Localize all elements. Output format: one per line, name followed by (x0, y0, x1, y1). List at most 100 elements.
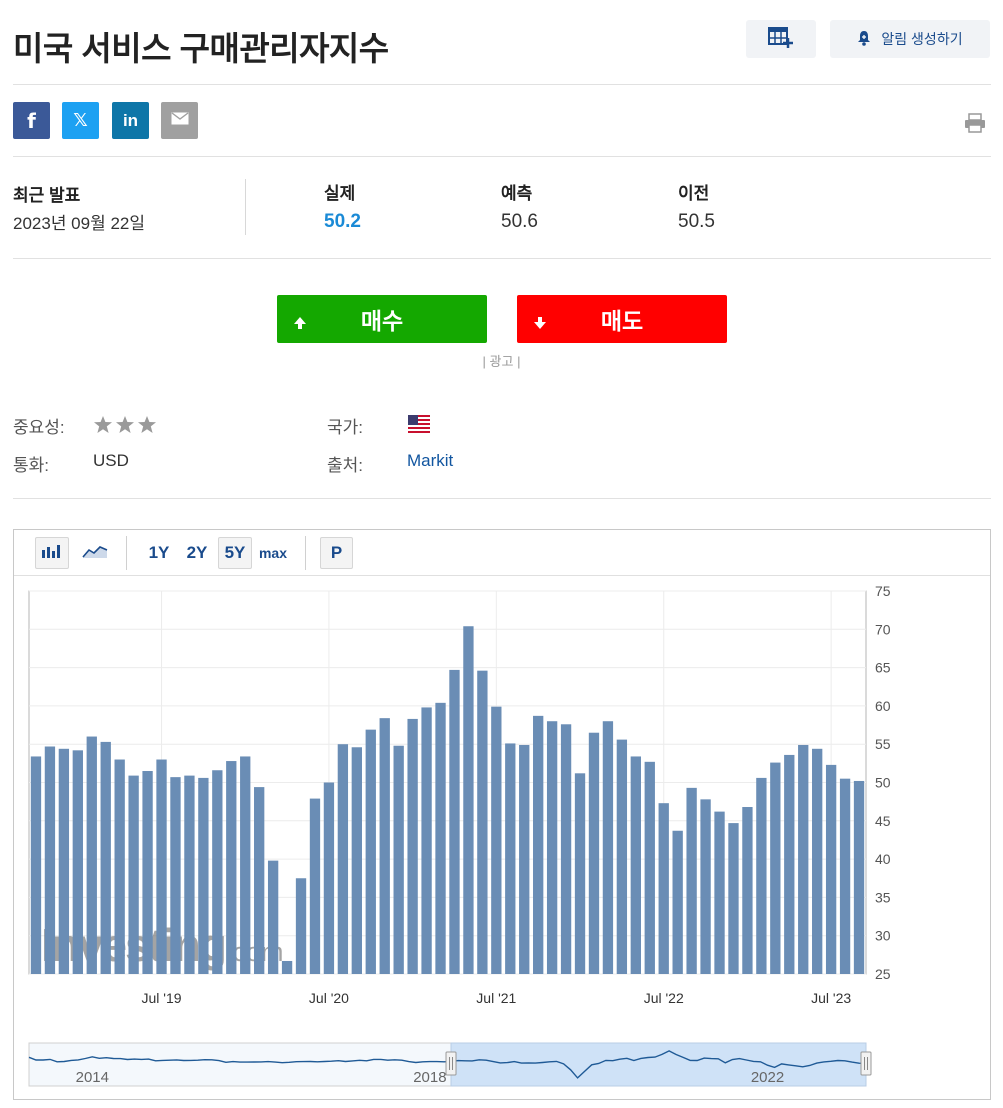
chart-bar[interactable] (770, 762, 781, 974)
chart-bar[interactable] (630, 756, 641, 974)
bar-chart-toggle[interactable] (35, 537, 69, 569)
y-tick-label: 75 (875, 583, 891, 599)
chart-bar[interactable] (825, 764, 837, 974)
chart-bar[interactable] (407, 718, 418, 974)
x-tick-label: Jul '20 (309, 990, 349, 1006)
chart-bar[interactable] (212, 770, 223, 974)
chart-bar[interactable] (644, 761, 655, 974)
y-tick-label: 65 (875, 660, 891, 676)
chart-bar[interactable] (58, 748, 70, 974)
event-info: 중요성: 통화: USD 국가: 출처: Markit (13, 389, 991, 499)
chart-bar[interactable] (756, 777, 767, 974)
chart-bar[interactable] (672, 830, 683, 974)
chart-bar[interactable] (226, 761, 237, 974)
chart-bar[interactable] (198, 777, 209, 974)
chart-bar[interactable] (184, 775, 195, 974)
trade-area: 매수 매도 | 광고 | (0, 259, 1003, 389)
forecast-label: 예측 (501, 184, 533, 203)
chart-bar[interactable] (546, 721, 558, 974)
chart-bar[interactable] (602, 721, 614, 974)
chart-bar[interactable] (365, 729, 376, 974)
chart-bar[interactable] (240, 756, 251, 974)
create-alert-button[interactable]: 알림 생성하기 (830, 20, 990, 58)
sell-button[interactable]: 매도 (517, 295, 727, 343)
chart-bar[interactable] (491, 706, 502, 974)
range-1y-button[interactable]: 1Y (144, 537, 174, 569)
chart-bar[interactable] (449, 669, 460, 974)
chart-bar[interactable] (588, 732, 600, 974)
chart-bar[interactable] (784, 754, 795, 974)
currency-label: 통화: (13, 456, 50, 475)
facebook-share-button[interactable]: f (13, 102, 50, 139)
chart-bar[interactable] (853, 780, 865, 974)
chart-bar[interactable] (351, 747, 362, 974)
y-tick-label: 35 (875, 889, 891, 905)
chart-bar[interactable] (281, 960, 293, 974)
chart-bar[interactable] (686, 787, 697, 974)
chart-bar[interactable] (323, 782, 335, 975)
email-share-button[interactable] (161, 102, 198, 139)
chart-bar[interactable] (616, 739, 628, 974)
actual-stat: 실제 50.2 (324, 179, 361, 233)
chart-bar[interactable] (421, 707, 432, 974)
arrow-up-icon (293, 310, 307, 337)
chart-bar[interactable] (295, 878, 307, 974)
chart-bar[interactable] (337, 744, 349, 974)
linkedin-share-button[interactable]: in (112, 102, 149, 139)
chart-bar[interactable] (505, 743, 516, 974)
add-to-calendar-button[interactable] (746, 20, 816, 58)
source-link[interactable]: Markit (407, 451, 453, 471)
y-tick-label: 30 (875, 928, 891, 944)
chart-bar[interactable] (86, 736, 97, 974)
chart-bar[interactable] (812, 748, 823, 974)
navigator-handle[interactable] (445, 1051, 457, 1076)
chart-bar[interactable] (742, 807, 753, 974)
chart-bar[interactable] (728, 823, 739, 974)
chart-bar[interactable] (30, 756, 42, 974)
chart-bar[interactable] (700, 799, 711, 974)
range-5y-button[interactable]: 5Y (218, 537, 252, 569)
actual-label: 실제 (324, 184, 356, 203)
chart-bar[interactable] (100, 741, 111, 974)
chart-bar[interactable] (435, 702, 446, 974)
chart-bar[interactable] (393, 745, 404, 974)
forecast-value: 50.6 (501, 211, 538, 232)
linkedin-icon: in (122, 110, 139, 130)
y-tick-label: 50 (875, 775, 891, 791)
chart-bar[interactable] (839, 778, 851, 974)
twitter-share-button[interactable]: 𝕏 (62, 102, 99, 139)
chart-bar[interactable] (379, 718, 390, 974)
chart-bar[interactable] (142, 771, 153, 974)
chart-bar[interactable] (463, 626, 474, 974)
chart-bar[interactable] (574, 773, 586, 974)
chart-bar[interactable] (254, 787, 265, 974)
chart-bar[interactable] (72, 750, 83, 974)
p-button[interactable]: P (320, 537, 353, 569)
chart-bar[interactable] (560, 724, 572, 974)
chart-bar[interactable] (714, 811, 725, 974)
us-flag-icon (408, 415, 430, 433)
chart-canvas[interactable]: 25 30 35 40 45 50 55 60 65 70 75 Jul '19 Jul '20 Jul … (14, 576, 990, 1099)
chart-bar[interactable] (519, 744, 530, 974)
x-twitter-icon: 𝕏 (73, 110, 88, 130)
buy-button[interactable]: 매수 (277, 295, 487, 343)
chart-bar[interactable] (44, 746, 56, 974)
buy-label: 매수 (360, 308, 404, 334)
navigator-handle[interactable] (860, 1051, 872, 1076)
print-icon[interactable] (964, 113, 986, 138)
chart-bar[interactable] (156, 759, 167, 974)
chart-bar[interactable] (477, 670, 488, 974)
chart-bar[interactable] (533, 715, 544, 974)
range-2y-button[interactable]: 2Y (182, 537, 212, 569)
y-tick-label: 25 (875, 966, 891, 982)
chart-bar[interactable] (114, 759, 125, 974)
chart-bar[interactable] (798, 744, 809, 974)
line-chart-toggle[interactable] (78, 537, 112, 569)
chart-bar[interactable] (128, 775, 139, 974)
range-max-button[interactable]: max (255, 537, 291, 569)
chart-bar[interactable] (658, 803, 669, 974)
chart-bar[interactable] (309, 798, 321, 974)
chart-bar[interactable] (267, 860, 279, 974)
forecast-stat: 예측 50.6 (501, 179, 538, 233)
chart-bar[interactable] (170, 777, 181, 974)
